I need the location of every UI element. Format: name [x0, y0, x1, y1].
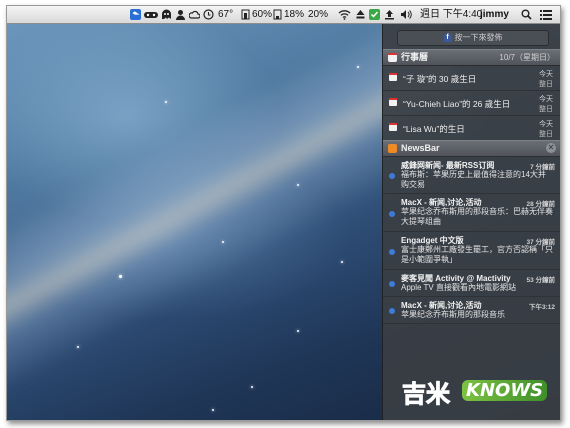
calendar-item-time: 整日: [539, 106, 553, 113]
star: [77, 346, 79, 348]
menu-bar: 67° 60% 18% 20% 週日 下午4:40 jimmy: [7, 6, 560, 24]
news-item[interactable]: Engadget 中文版 37 分鐘前 富士康鄭州工廠發生罷工，官方否認稱「只是…: [383, 232, 560, 270]
calendar-item-day: 今天: [539, 121, 553, 128]
news-item[interactable]: 威鋒网新闻- 最新RSS订阅 7 分鐘前 福布斯：苹果历史上最值得注意的14大并…: [383, 157, 560, 194]
ghost-icon[interactable]: [161, 9, 172, 20]
calendar-item[interactable]: “Yu-Chieh Liao”的 26 歲生日 今天 整日: [383, 91, 560, 116]
star: [119, 275, 122, 278]
cpu-label[interactable]: 60%: [252, 6, 272, 23]
news-headline: 富士康鄭州工廠發生罷工，官方否認稱「只是小範圍爭執」: [401, 245, 553, 264]
calendar-event-icon: [389, 123, 397, 131]
screenshot-frame: 67° 60% 18% 20% 週日 下午4:40 jimmy f 按一下來發佈 …: [6, 5, 561, 421]
facebook-icon: f: [443, 33, 452, 42]
eject-icon[interactable]: [355, 9, 366, 20]
share-button-label: 按一下來發佈: [454, 33, 503, 42]
calendar-item-day: 今天: [539, 96, 553, 103]
unread-dot: [389, 281, 395, 287]
battery-temp-label[interactable]: 67°: [218, 6, 233, 23]
news-headline: 福布斯：苹果历史上最值得注意的14大并购交易: [401, 170, 546, 189]
list-icon[interactable]: [540, 9, 552, 20]
star: [212, 409, 214, 411]
unread-dot: [389, 249, 395, 255]
star: [251, 386, 253, 388]
calendar-event-icon: [389, 73, 397, 81]
calendar-icon: [388, 53, 397, 62]
search-icon[interactable]: [521, 9, 532, 20]
calendar-section-header[interactable]: 行事曆 10/7（星期日）: [383, 49, 560, 66]
dropbox-icon[interactable]: [130, 9, 141, 20]
news-item[interactable]: MacX - 新闻,讨论,活动 28 分鐘前 苹果纪念乔布斯用的那段音乐：巴赫无…: [383, 194, 560, 232]
cpu-icon: [241, 9, 250, 20]
logo-english-text: KNOWS: [462, 380, 548, 401]
unread-dot: [389, 173, 395, 179]
close-icon[interactable]: ✕: [546, 143, 556, 153]
calendar-title: 行事曆: [401, 52, 429, 62]
star: [297, 330, 299, 332]
newsbar-icon: [388, 144, 397, 153]
cloud-icon[interactable]: [189, 9, 200, 20]
star: [297, 184, 299, 186]
clock-icon[interactable]: [203, 9, 214, 20]
calendar-item-time: 整日: [539, 81, 553, 88]
unread-dot: [389, 308, 395, 314]
menubar-clock[interactable]: 週日 下午4:40: [420, 6, 482, 23]
calendar-item-day: 今天: [539, 71, 553, 78]
calendar-item-text: “子 璇”的 30 歲生日: [403, 74, 477, 84]
notification-center: f 按一下來發佈 行事曆 10/7（星期日） “子 璇”的 30 歲生日 今天 整…: [382, 24, 560, 420]
calendar-item-time: 整日: [539, 131, 553, 138]
news-headline: 苹果纪念乔布斯用的那段音乐：巴赫无伴奏大提琴组曲: [401, 207, 553, 226]
memory-label[interactable]: 18%: [284, 6, 304, 23]
menubar-username[interactable]: jimmy: [480, 6, 509, 23]
unread-dot: [389, 211, 395, 217]
volume-icon[interactable]: [400, 9, 412, 20]
calendar-date: 10/7（星期日）: [499, 53, 555, 62]
calendar-item[interactable]: “Lisa Wu”的生日 今天 整日: [383, 116, 560, 141]
check-icon[interactable]: [369, 9, 380, 20]
network-label[interactable]: 20%: [308, 6, 328, 23]
calendar-item[interactable]: “子 璇”的 30 歲生日 今天 整日: [383, 66, 560, 91]
star: [357, 66, 359, 68]
newsbar-section-header[interactable]: NewsBar ✕: [383, 140, 560, 157]
memory-icon: [273, 9, 282, 20]
news-item[interactable]: MacX - 新闻,讨论,活动 下午3:12 苹果纪念乔布斯用的那段音乐: [383, 297, 560, 324]
calendar-item-text: “Yu-Chieh Liao”的 26 歲生日: [403, 99, 511, 109]
wifi-icon[interactable]: [338, 9, 351, 20]
star: [341, 261, 343, 263]
logo-chinese-text: 吉米: [402, 380, 451, 409]
newsbar-title: NewsBar: [401, 143, 440, 153]
star: [222, 241, 224, 243]
news-item[interactable]: 麥客見聞 Activity @ Mactivity 53 分鐘前 Apple T…: [383, 270, 560, 297]
star: [165, 101, 167, 103]
gamepad-icon[interactable]: [144, 9, 158, 20]
user-icon[interactable]: [175, 9, 186, 20]
calendar-event-icon: [389, 98, 397, 106]
upload-icon[interactable]: [384, 9, 395, 20]
calendar-item-text: “Lisa Wu”的生日: [403, 124, 465, 134]
facebook-share-button[interactable]: f 按一下來發佈: [397, 30, 549, 46]
news-headline: Apple TV 直接觀看內地電影網站: [401, 283, 516, 292]
news-headline: 苹果纪念乔布斯用的那段音乐: [401, 310, 505, 319]
